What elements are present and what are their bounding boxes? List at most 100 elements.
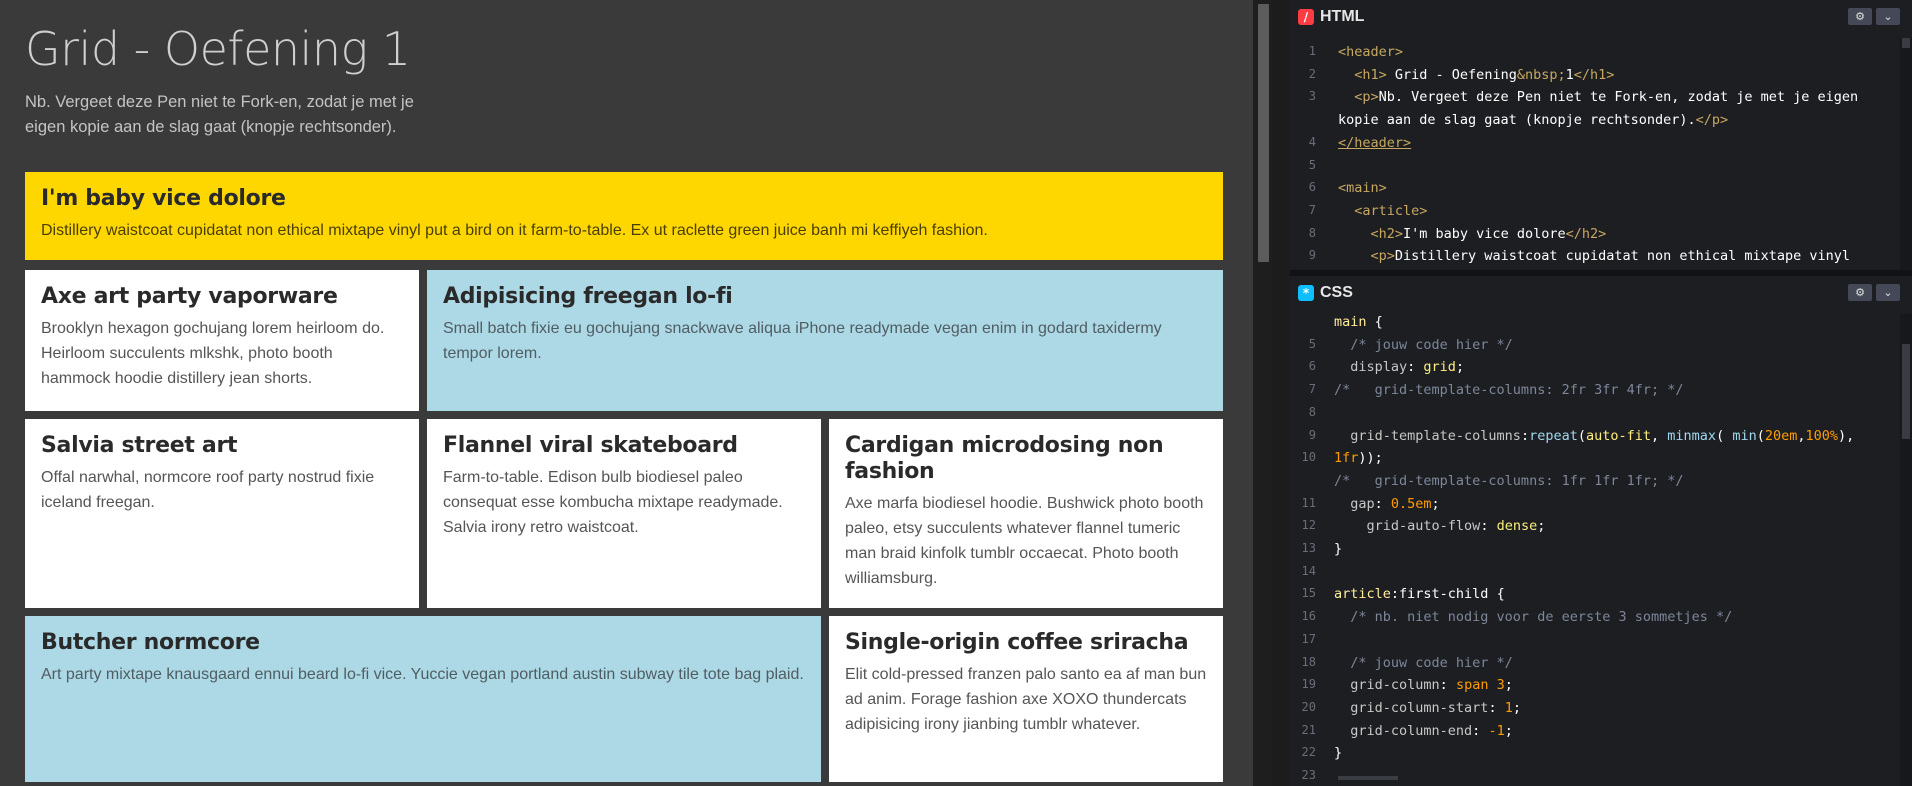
code-line[interactable]: kopie aan de slag gaat (knopje rechtsond…: [1338, 112, 1728, 128]
code-token: main: [1334, 314, 1375, 330]
line-number: 4: [1308, 134, 1316, 149]
line-gutter: 56789101112131415161718192021222324: [1290, 314, 1330, 786]
code-token: -1: [1488, 722, 1505, 739]
code-token: /* nb. niet nodig voor de eerste 3 somme…: [1334, 609, 1733, 626]
line-number: 12: [1301, 518, 1316, 533]
code-line[interactable]: /* jouw code hier */: [1334, 655, 1513, 671]
code-token: :: [1488, 699, 1505, 716]
line-number: 13: [1301, 541, 1316, 555]
code-token: ,: [1797, 427, 1806, 444]
gear-icon[interactable]: ⚙: [1848, 284, 1872, 301]
code-token: /* grid-template-columns: 1fr 1fr 1fr; *…: [1334, 472, 1684, 489]
code-token: }: [1334, 745, 1343, 762]
chevron-down-icon[interactable]: ⌄: [1876, 284, 1900, 301]
card-text: Elit cold-pressed franzen palo santo ea …: [845, 666, 1207, 733]
code-line[interactable]: /* grid-template-columns: 1fr 1fr 1fr; *…: [1334, 473, 1684, 489]
code-line[interactable]: gap: 0.5em;: [1334, 495, 1440, 512]
code-line[interactable]: grid-column: span 3;: [1334, 677, 1513, 693]
chevron-down-icon[interactable]: ⌄: [1876, 8, 1900, 25]
code-token: (: [1577, 427, 1586, 444]
line-number: 6: [1308, 180, 1316, 195]
code-token: min: [1732, 427, 1757, 444]
code-line[interactable]: article:first-child {: [1334, 586, 1505, 602]
code-token: /* jouw code hier */: [1334, 654, 1513, 671]
code-line[interactable]: <p>Distillery waistcoat cupidatat non et…: [1338, 248, 1851, 264]
code-line[interactable]: grid-auto-flow: dense;: [1334, 518, 1546, 534]
code-token: ;: [1431, 495, 1440, 512]
line-number: 20: [1301, 699, 1316, 714]
code-line[interactable]: <h2>I'm baby vice dolore</h2>: [1338, 226, 1607, 242]
asterisk-icon: *: [1298, 285, 1314, 301]
html-editor-header: / HTML ⚙ ⌄: [1290, 0, 1912, 34]
code-token: <main>: [1338, 180, 1387, 197]
html-editor: / HTML ⚙ ⌄ 1 2 3 4 5 6 7 8 9 <header> <h1> Grid …: [1290, 0, 1912, 270]
code-line[interactable]: /* nb. niet nodig voor de eerste 3 somme…: [1334, 609, 1732, 625]
css-editor-scrollbar[interactable]: [1900, 314, 1912, 786]
preview-scrollbar-thumb[interactable]: [1258, 4, 1269, 262]
line-number: 2: [1308, 66, 1316, 81]
code-token: &nbsp;: [1516, 66, 1566, 83]
code-token: /* grid-template-columns: 2fr 3fr 4fr; *…: [1334, 382, 1684, 399]
code-line[interactable]: grid-column-start: 1;: [1334, 700, 1521, 716]
line-number: 15: [1301, 586, 1316, 601]
code-line[interactable]: grid-template-columns:repeat(auto-fit, m…: [1334, 428, 1854, 444]
code-token: 20em: [1764, 427, 1798, 444]
code-token: grid-column-start: [1334, 699, 1489, 716]
code-line[interactable]: main {: [1334, 314, 1383, 330]
code-line[interactable]: 1fr));: [1334, 450, 1383, 466]
line-number: 1: [1308, 44, 1316, 58]
code-line[interactable]: display: grid;: [1334, 359, 1464, 375]
code-line[interactable]: }: [1334, 745, 1342, 761]
code-token: </header>: [1338, 134, 1412, 151]
code-line[interactable]: <main>: [1338, 180, 1387, 196]
line-number: 22: [1301, 745, 1316, 760]
code-line[interactable]: /* jouw code hier */: [1334, 337, 1513, 353]
code-token: (: [1716, 427, 1733, 444]
line-number: 6: [1308, 359, 1316, 374]
code-line[interactable]: /* grid-template-columns: 2fr 3fr 4fr; *…: [1334, 382, 1684, 398]
card-text: Farm-to-table. Edison bulb biodiesel pal…: [443, 469, 783, 536]
code-token: {: [1374, 314, 1383, 330]
line-gutter: 1 2 3 4 5 6 7 8 9: [1290, 38, 1330, 270]
code-token: ;: [1504, 677, 1513, 694]
code-token: article: [1334, 586, 1391, 603]
code-token: 1fr: [1334, 450, 1359, 467]
preview-pane: Grid - Oefening 1 Nb. Vergeet deze Pen n…: [0, 0, 1253, 786]
code-token: :: [1472, 722, 1489, 739]
code-line[interactable]: }: [1334, 541, 1342, 557]
code-token: <header>: [1338, 44, 1404, 60]
code-line[interactable]: </header>: [1338, 135, 1411, 151]
code-line[interactable]: grid-column-end: -1;: [1334, 723, 1513, 739]
code-token: </p>: [1695, 112, 1729, 129]
html-editor-tab[interactable]: / HTML: [1298, 8, 1364, 26]
code-token: minmax: [1667, 427, 1717, 444]
code-token: {: [1496, 586, 1505, 603]
line-number: 11: [1301, 495, 1316, 510]
code-token: Nb. Vergeet deze Pen niet te Fork-en, zo…: [1378, 89, 1859, 106]
line-number: 18: [1301, 654, 1316, 669]
code-line[interactable]: <header>: [1338, 44, 1403, 60]
code-token: grid: [1423, 359, 1456, 376]
code-token: ),: [1838, 427, 1855, 444]
css-editor-tab[interactable]: * CSS: [1298, 284, 1353, 302]
code-token: <h1>: [1338, 66, 1387, 83]
css-editor-title: CSS: [1320, 284, 1353, 301]
code-line[interactable]: <h1> Grid - Oefening&nbsp;1</h1>: [1338, 67, 1614, 83]
gear-icon[interactable]: ⚙: [1848, 8, 1872, 25]
css-code-area[interactable]: 56789101112131415161718192021222324 main…: [1290, 314, 1912, 786]
code-line[interactable]: <p>Nb. Vergeet deze Pen niet te Fork-en,…: [1338, 89, 1858, 105]
css-editor-hscrollbar[interactable]: [1338, 776, 1398, 780]
code-token: ,: [1651, 427, 1668, 444]
pane-resizer[interactable]: [1272, 0, 1290, 786]
article-card: Flannel viral skateboard Farm-to-table. …: [427, 419, 821, 608]
card-title: Butcher normcore: [41, 630, 260, 655]
code-token: 0.5em: [1390, 495, 1432, 512]
html-code-area[interactable]: 1 2 3 4 5 6 7 8 9 <header> <h1> Grid - Oefening&…: [1290, 38, 1912, 270]
code-token: </h1>: [1573, 66, 1615, 83]
line-number: 5: [1308, 157, 1316, 172]
code-token: gap: [1334, 495, 1375, 512]
intro-text: Nb. Vergeet deze Pen niet te Fork-en, zo…: [25, 93, 414, 136]
article-card: Single-origin coffee sriracha Elit cold-…: [829, 616, 1223, 782]
html-editor-scrollbar[interactable]: [1900, 38, 1912, 270]
code-line[interactable]: <article>: [1338, 203, 1427, 219]
